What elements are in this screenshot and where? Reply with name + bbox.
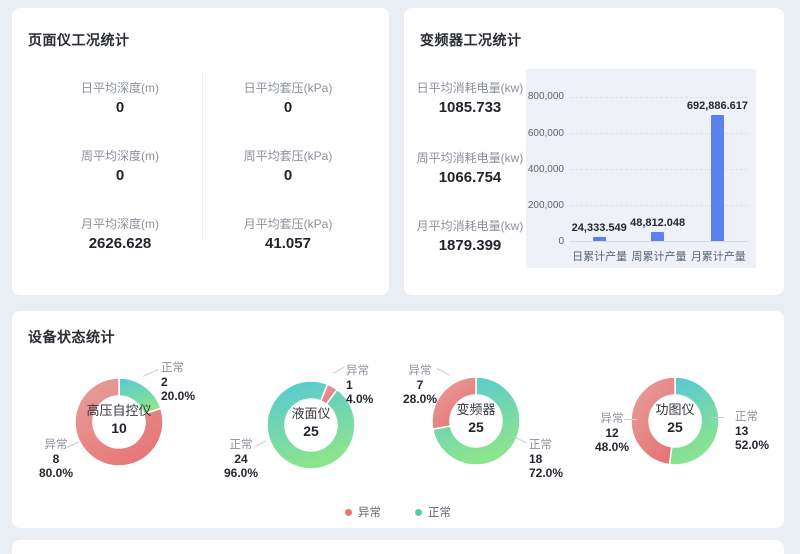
stat-value: 1085.733 bbox=[412, 98, 528, 118]
slice-percent: 48.0% bbox=[580, 440, 644, 454]
bar-column-weekly: 48,812.048 bbox=[628, 97, 686, 241]
stat-daily-consumption: 日平均消耗电量(kw) 1085.733 bbox=[412, 80, 528, 118]
slice-name: 异常 bbox=[388, 364, 452, 378]
stat-weekly-consumption: 周平均消耗电量(kw) 1066.754 bbox=[412, 150, 528, 188]
x-axis-labels: 日累计产量 周累计产量 月累计产量 bbox=[570, 248, 748, 264]
stat-label: 月平均消耗电量(kw) bbox=[412, 218, 528, 234]
slice-value: 8 bbox=[25, 452, 87, 466]
bar-chart-panel: 800,000 600,000 400,000 200,000 0 24,333… bbox=[526, 69, 756, 268]
slice-name: 异常 bbox=[25, 438, 87, 452]
x-axis-label: 月累计产量 bbox=[689, 248, 748, 264]
bar-value-label: 48,812.048 bbox=[630, 217, 685, 229]
slice-percent: 72.0% bbox=[529, 466, 599, 480]
legend-item-abnormal[interactable]: 异常 bbox=[345, 504, 381, 520]
bar-plot-area: 24,333.549 48,812.048 692,886.617 bbox=[570, 97, 748, 242]
slice-name: 异常 bbox=[580, 412, 644, 426]
slice-value: 7 bbox=[388, 378, 452, 392]
inverter-stats-card: 变频器工况统计 日平均消耗电量(kw) 1085.733 周平均消耗电量(kw)… bbox=[404, 8, 784, 295]
stat-value: 0 bbox=[208, 166, 368, 186]
chart-legend: 异常 正常 bbox=[12, 504, 784, 520]
stat-label: 日平均深度(m) bbox=[40, 80, 200, 96]
leader-line bbox=[333, 367, 345, 374]
stat-weekly-casing-pressure: 周平均套压(kPa) 0 bbox=[208, 148, 368, 186]
slice-label-abnormal: 异常 12 48.0% bbox=[580, 412, 644, 454]
stat-weekly-depth: 周平均深度(m) 0 bbox=[40, 148, 200, 186]
leader-line bbox=[711, 417, 724, 418]
stat-daily-depth: 日平均深度(m) 0 bbox=[40, 80, 200, 118]
legend-dot-normal-icon bbox=[415, 509, 422, 516]
bar-weekly-output[interactable] bbox=[651, 232, 664, 241]
stat-value: 1879.399 bbox=[412, 236, 528, 256]
slice-percent: 80.0% bbox=[25, 466, 87, 480]
slice-label-abnormal: 异常 7 28.0% bbox=[388, 364, 452, 406]
stat-value: 0 bbox=[40, 166, 200, 186]
slice-value: 12 bbox=[580, 426, 644, 440]
donut-total: 25 bbox=[264, 422, 358, 441]
y-axis-tick: 400,000 bbox=[526, 164, 564, 175]
slice-name: 正常 bbox=[161, 361, 231, 375]
bar-value-label: 24,333.549 bbox=[572, 222, 627, 234]
donut-name: 高压自控仪 bbox=[72, 403, 166, 419]
stat-value: 0 bbox=[40, 98, 200, 118]
slice-value: 24 bbox=[209, 452, 273, 466]
donut-total: 10 bbox=[72, 419, 166, 438]
stat-label: 周平均套压(kPa) bbox=[208, 148, 368, 164]
y-axis-tick: 0 bbox=[526, 236, 564, 247]
slice-name: 正常 bbox=[735, 410, 800, 424]
stat-label: 周平均深度(m) bbox=[40, 148, 200, 164]
stat-label: 月平均深度(m) bbox=[40, 216, 200, 232]
donut-center-label: 高压自控仪 10 bbox=[72, 403, 166, 438]
bar-value-label: 692,886.617 bbox=[687, 100, 748, 112]
legend-dot-abnormal-icon bbox=[345, 509, 352, 516]
stat-label: 日平均套压(kPa) bbox=[208, 80, 368, 96]
stat-label: 月平均套压(kPa) bbox=[208, 216, 368, 232]
stat-label: 日平均消耗电量(kw) bbox=[412, 80, 528, 96]
next-card-top-edge bbox=[12, 540, 784, 554]
slice-label-abnormal: 异常 8 80.0% bbox=[25, 438, 87, 480]
device-status-card: 设备状态统计 高压自控仪 10 正常 2 20.0% 异常 8 80.0% 液面… bbox=[12, 311, 784, 528]
slice-label-normal: 正常 13 52.0% bbox=[735, 410, 800, 452]
stat-value: 0 bbox=[208, 98, 368, 118]
card-title: 设备状态统计 bbox=[28, 327, 115, 347]
donut-center-label: 变频器 25 bbox=[429, 402, 523, 437]
slice-label-normal: 正常 24 96.0% bbox=[209, 438, 273, 480]
divider bbox=[202, 72, 203, 240]
y-axis-tick: 600,000 bbox=[526, 128, 564, 139]
stat-value: 1066.754 bbox=[412, 168, 528, 188]
card-title: 变频器工况统计 bbox=[420, 30, 522, 50]
donut-total: 25 bbox=[429, 418, 523, 437]
y-axis-tick: 800,000 bbox=[526, 91, 564, 102]
slice-percent: 20.0% bbox=[161, 389, 231, 403]
stat-label: 周平均消耗电量(kw) bbox=[412, 150, 528, 166]
slice-percent: 28.0% bbox=[388, 392, 452, 406]
slice-percent: 52.0% bbox=[735, 438, 800, 452]
stat-monthly-casing-pressure: 月平均套压(kPa) 41.057 bbox=[208, 216, 368, 254]
bar-column-monthly: 692,886.617 bbox=[687, 97, 748, 241]
bar-daily-output[interactable] bbox=[593, 237, 606, 241]
bar-column-daily: 24,333.549 bbox=[570, 97, 628, 241]
stat-monthly-consumption: 月平均消耗电量(kw) 1879.399 bbox=[412, 218, 528, 256]
slice-value: 18 bbox=[529, 452, 599, 466]
x-axis-label: 日累计产量 bbox=[570, 248, 629, 264]
x-axis-label: 周累计产量 bbox=[629, 248, 688, 264]
stat-daily-casing-pressure: 日平均套压(kPa) 0 bbox=[208, 80, 368, 118]
stat-value: 41.057 bbox=[208, 234, 368, 254]
slice-label-normal: 正常 2 20.0% bbox=[161, 361, 231, 403]
legend-label: 异常 bbox=[358, 504, 381, 520]
slice-percent: 96.0% bbox=[209, 466, 273, 480]
slice-name: 正常 bbox=[209, 438, 273, 452]
donut-center-label: 液面仪 25 bbox=[264, 406, 358, 441]
donut-name: 液面仪 bbox=[264, 406, 358, 422]
slice-value: 13 bbox=[735, 424, 800, 438]
legend-label: 正常 bbox=[428, 504, 451, 520]
stat-monthly-depth: 月平均深度(m) 2626.628 bbox=[40, 216, 200, 254]
legend-item-normal[interactable]: 正常 bbox=[415, 504, 451, 520]
gauge-stats-card: 页面仪工况统计 日平均深度(m) 0 日平均套压(kPa) 0 周平均深度(m)… bbox=[12, 8, 389, 295]
slice-value: 2 bbox=[161, 375, 231, 389]
card-title: 页面仪工况统计 bbox=[28, 30, 130, 50]
stat-value: 2626.628 bbox=[40, 234, 200, 254]
y-axis-tick: 200,000 bbox=[526, 200, 564, 211]
bar-monthly-output[interactable] bbox=[711, 115, 724, 241]
